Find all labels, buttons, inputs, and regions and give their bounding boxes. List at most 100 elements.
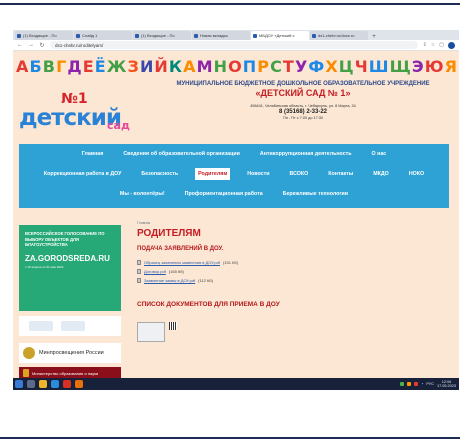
tab-bar: (1) Входящие - По Слайд 1 (1) Входящие - П… — [13, 30, 459, 40]
alphabet-letter: У — [294, 57, 307, 76]
document-link[interactable]: Образец заявления заявления в ДОУ.pdf — [144, 260, 220, 265]
pdf-file-icon — [137, 269, 141, 274]
qr-code-icon — [169, 322, 177, 330]
document-thumbnail[interactable] — [137, 322, 165, 342]
edu-ministry-banner[interactable]: Министерство образования и науки — [19, 367, 121, 378]
alphabet-letter: А — [16, 57, 28, 76]
url-field[interactable]: ds1-chebr.ru/roditelyam/ — [50, 41, 418, 49]
menu-item[interactable]: Мы - волонтёры! — [117, 188, 168, 200]
alphabet-letter: Х — [325, 57, 337, 76]
menu-item[interactable]: Новости — [244, 168, 272, 180]
search-icon[interactable] — [27, 380, 35, 388]
menu-item[interactable]: Бережливые технологии — [280, 188, 351, 200]
browser-tab[interactable]: МБДОУ «Детский с — [251, 31, 309, 40]
alphabet-letter: Г — [56, 57, 66, 76]
breadcrumb[interactable]: Главная — [137, 221, 455, 225]
alphabet-letter: Я — [444, 57, 457, 76]
document-item: Договор.pdf (165 Кб) — [137, 267, 455, 276]
tray-app-icon[interactable] — [407, 382, 412, 386]
alphabet-letter: А — [183, 57, 195, 76]
menu-item[interactable]: Коррекционная работа в ДОУ — [41, 168, 125, 180]
frame-line-bottom — [0, 437, 460, 439]
document-thumbnails — [137, 322, 455, 342]
file-explorer-icon[interactable] — [39, 380, 47, 388]
alphabet-letter: Ф — [308, 57, 324, 76]
gosuslugi-logo[interactable] — [29, 321, 53, 331]
tab-label: ds1-chebr.ru/docs.ru — [318, 33, 355, 38]
kindergarten-logo[interactable]: №1 детский сад — [19, 91, 130, 133]
alphabet-letter: Щ — [389, 57, 411, 76]
tab-label: (1) Входящие - По — [141, 33, 175, 38]
reload-icon[interactable]: ↻ — [39, 42, 45, 49]
menu-item[interactable]: НОКО — [406, 168, 427, 180]
main-navigation: Главная Сведения об образовательной орган… — [19, 144, 449, 208]
yandex-icon[interactable] — [75, 380, 83, 388]
partner-logo[interactable] — [61, 321, 85, 331]
alphabet-letter: Ц — [338, 57, 354, 76]
org-phone: 8 (35168) 2-33-22 — [278, 109, 328, 115]
browser-tab[interactable]: (1) Входящие - По — [133, 31, 191, 40]
org-hours: Пн - Пт с 7:00 до 17:30 — [282, 116, 323, 120]
browser-tab[interactable]: (1) Входящие - По — [15, 31, 73, 40]
document-item: Заявление заявы в ДОУ.pdf (112 Кб) — [137, 276, 455, 285]
alphabet-letter: Ж — [106, 57, 127, 76]
menu-row: Главная Сведения об образовательной орган… — [19, 148, 449, 160]
alphabet-letter: С — [270, 57, 282, 76]
menu-item[interactable]: МКДО — [370, 168, 392, 180]
alphabet-letter: О — [228, 57, 242, 76]
tray-app-icon[interactable] — [414, 382, 419, 386]
forward-icon[interactable]: → — [28, 42, 34, 48]
org-name: «ДЕТСКИЙ САД № 1» — [255, 88, 351, 98]
menu-item[interactable]: Антикоррупционная деятельность — [257, 148, 355, 160]
address-bar-actions: ⇪ ☆ ▢ — [423, 41, 455, 49]
tab-favicon-icon — [194, 33, 198, 38]
alphabet-letter: И — [139, 57, 153, 76]
extensions-icon[interactable]: ▢ — [439, 42, 444, 49]
main-content: Главная РОДИТЕЛЯМ ПОДАЧА ЗАЯВЛЕНИЙ В ДОУ… — [137, 221, 455, 342]
edu-ministry-label: Министерство образования и науки — [32, 370, 99, 376]
browser-screen: (1) Входящие - По Слайд 1 (1) Входящие - П… — [13, 30, 459, 390]
bookmark-star-icon[interactable]: ☆ — [431, 42, 435, 49]
menu-row: Коррекционная работа в ДОУ Безопасность Ро… — [19, 168, 449, 180]
tray-app-icon[interactable] — [400, 382, 405, 386]
system-tray: ◔ РУС 12:06 17.05.2023 — [400, 378, 456, 390]
document-link[interactable]: Договор.pdf — [144, 269, 166, 274]
web-page: АБВГДЕЁЖЗИЙКАМНОПРСТУФХЦЧШЩЭЮЯ №1 детски… — [13, 51, 459, 378]
browser-tab[interactable]: Новая вкладка — [192, 31, 250, 40]
wifi-icon[interactable]: ◔ — [421, 382, 423, 386]
menu-item[interactable]: ВСОКО — [286, 168, 311, 180]
alphabet-letter: Е — [82, 57, 94, 76]
document-size: (112 Кб) — [198, 278, 213, 283]
tab-favicon-icon — [76, 33, 80, 38]
menu-item[interactable]: Профориентационная работа — [182, 188, 266, 200]
vote-banner-text: ВСЕРОССИЙСКОЕ ГОЛОСОВАНИЕ ПО ВЫБОРУ ОБЪЕ… — [25, 231, 105, 247]
browser-icon[interactable] — [51, 380, 59, 388]
menu-item[interactable]: Родителям — [195, 168, 231, 180]
menu-item[interactable]: Безопасность — [138, 168, 181, 180]
app-icon[interactable] — [63, 380, 71, 388]
profile-avatar[interactable] — [448, 41, 455, 49]
partner-logos — [19, 316, 121, 336]
menu-item[interactable]: Контакты — [325, 168, 356, 180]
start-icon[interactable] — [15, 380, 23, 388]
menu-item[interactable]: О нас — [369, 148, 390, 160]
menu-item[interactable]: Сведения об образовательной организации — [120, 148, 243, 160]
tab-favicon-icon — [312, 33, 316, 38]
menu-item[interactable]: Главная — [79, 148, 107, 160]
document-link[interactable]: Заявление заявы в ДОУ.pdf — [144, 278, 195, 283]
browser-tab[interactable]: ds1-chebr.ru/docs.ru — [310, 31, 368, 40]
org-address: 456441, Челябинская область, г. Чебаркул… — [250, 104, 356, 108]
back-icon[interactable]: ← — [17, 42, 23, 48]
coat-of-arms-icon — [23, 347, 35, 359]
language-indicator[interactable]: РУС — [426, 382, 434, 386]
share-icon[interactable]: ⇪ — [423, 42, 427, 49]
pdf-file-icon — [137, 260, 141, 265]
document-item: Образец заявления заявления в ДОУ.pdf (15… — [137, 258, 455, 267]
address-bar: ← → ↻ ds1-chebr.ru/roditelyam/ ⇪ ☆ ▢ — [13, 40, 459, 51]
minpros-label: Минпросвещения России — [39, 350, 104, 356]
windows-taskbar: ◔ РУС 12:06 17.05.2023 — [13, 378, 459, 390]
browser-tab[interactable]: Слайд 1 — [74, 31, 132, 40]
vote-banner[interactable]: ВСЕРОССИЙСКОЕ ГОЛОСОВАНИЕ ПО ВЫБОРУ ОБЪЕ… — [19, 225, 121, 311]
clock[interactable]: 12:06 17.05.2023 — [437, 380, 456, 389]
minpros-banner[interactable]: Минпросвещения России — [19, 343, 121, 363]
